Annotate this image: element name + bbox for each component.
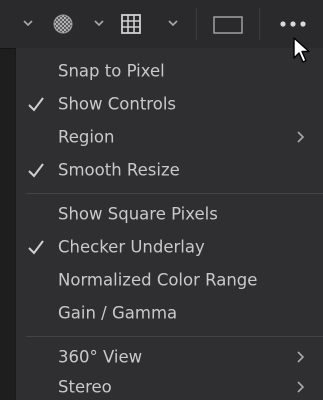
menu-item-label: Snap to Pixel xyxy=(58,61,165,81)
menu-item-show-square-pixels[interactable]: Show Square Pixels xyxy=(16,197,323,231)
chevron-down-icon[interactable] xyxy=(21,16,35,30)
checkmark-icon xyxy=(28,163,44,178)
more-icon[interactable] xyxy=(278,19,312,29)
menu-item-label: Smooth Resize xyxy=(58,160,180,180)
menu-divider xyxy=(26,336,323,337)
chevron-down-icon[interactable] xyxy=(92,16,106,30)
menu-item-snap-to-pixel[interactable]: Snap to Pixel xyxy=(16,54,323,88)
menu-item-gain-gamma[interactable]: Gain / Gamma xyxy=(16,296,323,330)
rectangle-icon[interactable] xyxy=(212,15,244,35)
checkmark-icon xyxy=(28,97,44,112)
checker-icon[interactable] xyxy=(52,13,74,35)
menu-item-label: Stereo xyxy=(58,377,112,397)
viewer-options-menu: Snap to Pixel Show Controls Region Smoot… xyxy=(15,48,323,400)
viewer-options-frame: Snap to Pixel Show Controls Region Smoot… xyxy=(0,0,323,400)
mouse-cursor-icon xyxy=(293,37,310,63)
chevron-right-icon xyxy=(297,131,305,143)
menu-item-label: Show Controls xyxy=(58,94,177,114)
menu-item-label: Show Square Pixels xyxy=(58,204,218,224)
menu-item-label: Normalized Color Range xyxy=(58,270,258,290)
viewer-toolbar xyxy=(0,0,323,49)
toolbar-separator xyxy=(259,8,260,40)
menu-item-label: 360° View xyxy=(58,347,143,367)
menu-item-label: Checker Underlay xyxy=(58,237,205,257)
chevron-right-icon xyxy=(297,351,305,363)
menu-item-smooth-resize[interactable]: Smooth Resize xyxy=(16,153,323,187)
menu-item-show-controls[interactable]: Show Controls xyxy=(16,87,323,121)
menu-item-region[interactable]: Region xyxy=(16,120,323,154)
menu-item-label: Region xyxy=(58,127,115,147)
checkmark-icon xyxy=(28,240,44,255)
menu-item-checker-underlay[interactable]: Checker Underlay xyxy=(16,230,323,264)
menu-item-label: Gain / Gamma xyxy=(58,303,178,323)
grid-icon[interactable] xyxy=(120,13,142,35)
chevron-down-icon[interactable] xyxy=(166,16,180,30)
menu-divider xyxy=(26,193,323,194)
menu-item-360-view[interactable]: 360° View xyxy=(16,340,323,374)
menu-item-stereo[interactable]: Stereo xyxy=(16,370,323,400)
menu-item-normalized-color-range[interactable]: Normalized Color Range xyxy=(16,263,323,297)
toolbar-separator xyxy=(196,8,197,40)
chevron-right-icon xyxy=(297,381,305,393)
